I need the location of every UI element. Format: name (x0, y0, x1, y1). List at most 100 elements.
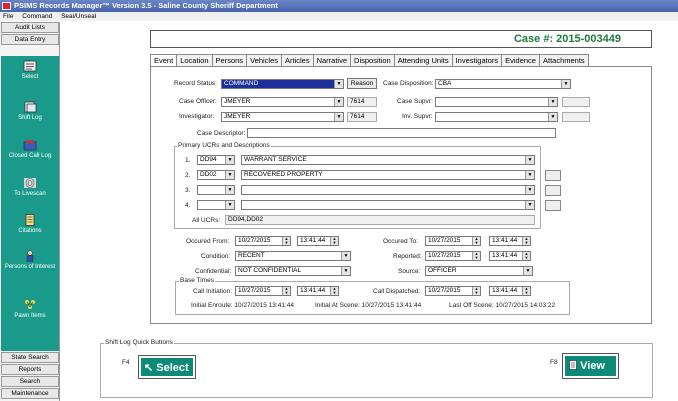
ucr-code-select[interactable]: DD02 ▼ (197, 170, 235, 180)
sidebar-item-pawn-items[interactable]: Pawn Items (1, 299, 59, 320)
window-title-bar: PSIMS Records Manager™ Version 3.5 - Sal… (0, 0, 678, 12)
occurred-to-date[interactable]: 10/27/2015 ▲ ▼ (425, 236, 481, 246)
spinner-icon[interactable]: ▲ ▼ (330, 237, 338, 245)
call-initiation-time[interactable]: 13:41:44 ▲ ▼ (297, 286, 339, 296)
chevron-down-icon: ▼ (548, 113, 557, 121)
chevron-down-icon: ▼ (525, 201, 534, 209)
spinner-icon[interactable]: ▲ ▼ (522, 287, 530, 295)
chevron-down-icon: ▼ (334, 98, 343, 106)
case-supvr-select[interactable]: ▼ (435, 97, 558, 107)
sidebar-item-label: Select (21, 74, 39, 80)
sidebar-maintenance-button[interactable]: Maintenance (1, 388, 59, 399)
event-panel: Record Status: COMMAND ▼ Reason Case Dis… (150, 66, 652, 324)
ucr-description-value: RECOVERED PROPERTY (244, 171, 323, 178)
chevron-down-icon: ▼ (561, 80, 570, 88)
chevron-down-icon: ▼ (525, 171, 534, 179)
chevron-down-icon: ▼ (225, 156, 234, 164)
ucr-description-select[interactable]: ▼ (241, 200, 535, 210)
inv-supvr-select[interactable]: ▼ (435, 112, 558, 122)
spinner-icon[interactable]: ▲ ▼ (522, 252, 530, 260)
call-initiation-label: Call Initiation: (193, 288, 233, 295)
case-supvr-id (562, 97, 590, 107)
condition-label: Condition: (201, 253, 231, 260)
sidebar-data-entry-button[interactable]: Data Entry (1, 34, 59, 45)
sidebar-item-closed-call-log[interactable]: Closed Call Log (1, 139, 59, 160)
select-button[interactable]: ↖ Select (138, 355, 196, 379)
chevron-down-icon: ▼ (341, 252, 350, 260)
ucr-number: 1. (185, 157, 191, 164)
sidebar-item-persons-of-interest[interactable]: Persons of Interest (1, 250, 59, 271)
spinner-icon[interactable]: ▲ ▼ (522, 237, 530, 245)
base-times-title: Base Times (179, 277, 215, 284)
ucr-description-select[interactable]: RECOVERED PROPERTY ▼ (241, 170, 535, 180)
ucr-description-value: WARRANT SERVICE (244, 156, 307, 163)
closed-call-log-icon (23, 140, 37, 151)
call-dispatched-time[interactable]: 13:41:44 ▲ ▼ (489, 286, 531, 296)
occurred-from-time[interactable]: 13:41:44 ▲ ▼ (297, 236, 339, 246)
case-disposition-select[interactable]: CBA ▼ (435, 79, 571, 89)
ucr-row-button[interactable] (545, 170, 561, 181)
reason-button[interactable]: Reason (347, 78, 377, 89)
call-dispatched-date[interactable]: 10/27/2015 ▲ ▼ (425, 286, 481, 296)
record-status-select[interactable]: COMMAND ▼ (221, 79, 344, 89)
ucr-code-select[interactable]: ▼ (197, 200, 235, 210)
sidebar-item-label: Closed Call Log (8, 153, 52, 159)
chevron-down-icon: ▼ (225, 186, 234, 194)
sidebar-item-citations[interactable]: Citations (1, 214, 59, 235)
ucr-row-button[interactable] (545, 185, 561, 196)
sidebar-search-button[interactable]: Search (1, 376, 59, 387)
sidebar-item-label: Persons of Interest (4, 264, 56, 270)
ucr-code-select[interactable]: ▼ (197, 185, 235, 195)
ucr-code-select[interactable]: DD94 ▼ (197, 155, 235, 165)
view-button[interactable]: View (562, 353, 619, 379)
call-dispatched-date-value: 10/27/2015 (428, 287, 461, 294)
ucr-row-button[interactable] (545, 200, 561, 211)
sidebar-audit-lists-button[interactable]: Audit Lists (1, 22, 59, 33)
chevron-down-icon: ▼ (225, 171, 234, 179)
case-descriptor-label: Case Descriptor: (197, 130, 246, 137)
occurred-from-label: Occured From: (186, 238, 230, 245)
chevron-down-icon: ▼ (341, 267, 350, 275)
source-select[interactable]: OFFICER ▼ (425, 266, 533, 276)
occurred-to-date-value: 10/27/2015 (428, 237, 461, 244)
condition-select[interactable]: RECENT ▼ (235, 251, 351, 261)
sidebar-item-select[interactable]: Select (1, 60, 59, 81)
menu-bar: File Command Seal/Unseal (0, 12, 678, 21)
last-off-scene: Last Off Scene: 10/27/2015 14:03:22 (449, 302, 556, 309)
record-status-value: COMMAND (224, 80, 259, 87)
investigator-select[interactable]: JMEYER ▼ (221, 112, 344, 122)
sidebar-reports-button[interactable]: Reports (1, 364, 59, 375)
reported-time[interactable]: 13:41:44 ▲ ▼ (489, 251, 531, 261)
occurred-from-date[interactable]: 10/27/2015 ▲ ▼ (235, 236, 291, 246)
call-initiation-date[interactable]: 10/27/2015 ▲ ▼ (235, 286, 291, 296)
occurred-to-time-value: 13:41:44 (492, 237, 518, 244)
pawn-icon (25, 300, 35, 309)
menu-file[interactable]: File (3, 13, 13, 20)
menu-command[interactable]: Command (22, 13, 52, 20)
ucr-code-value: DD94 (200, 156, 217, 163)
investigator-id: 7614 (347, 112, 377, 122)
reported-date[interactable]: 10/27/2015 ▲ ▼ (425, 251, 481, 261)
spinner-icon[interactable]: ▲ ▼ (472, 287, 480, 295)
spinner-icon[interactable]: ▲ ▼ (282, 287, 290, 295)
select-icon (23, 60, 37, 72)
occurred-to-time[interactable]: 13:41:44 ▲ ▼ (489, 236, 531, 246)
ucr-description-select[interactable]: WARRANT SERVICE ▼ (241, 155, 535, 165)
spinner-icon[interactable]: ▲ ▼ (472, 252, 480, 260)
case-descriptor-input[interactable] (247, 128, 556, 138)
sidebar-state-search-button[interactable]: State Search (1, 352, 59, 363)
case-disposition-value: CBA (438, 80, 452, 87)
condition-value: RECENT (238, 252, 265, 259)
spinner-icon[interactable]: ▲ ▼ (282, 237, 290, 245)
menu-seal-unseal[interactable]: Seal/Unseal (61, 13, 96, 20)
spinner-icon[interactable]: ▲ ▼ (330, 287, 338, 295)
sidebar-item-shift-log[interactable]: Shift Log (1, 101, 59, 122)
confidential-select[interactable]: NOT CONFIDENTIAL ▼ (235, 266, 351, 276)
case-officer-select[interactable]: JMEYER ▼ (221, 97, 344, 107)
case-officer-label: Case Officer: (179, 98, 217, 105)
ucr-description-select[interactable]: ▼ (241, 185, 535, 195)
ucr-code-value: DD02 (200, 171, 217, 178)
spinner-icon[interactable]: ▲ ▼ (472, 237, 480, 245)
sidebar-item-to-livescan[interactable]: To Livescan (1, 177, 59, 198)
call-dispatched-label: Call Dispatched: (373, 288, 421, 295)
